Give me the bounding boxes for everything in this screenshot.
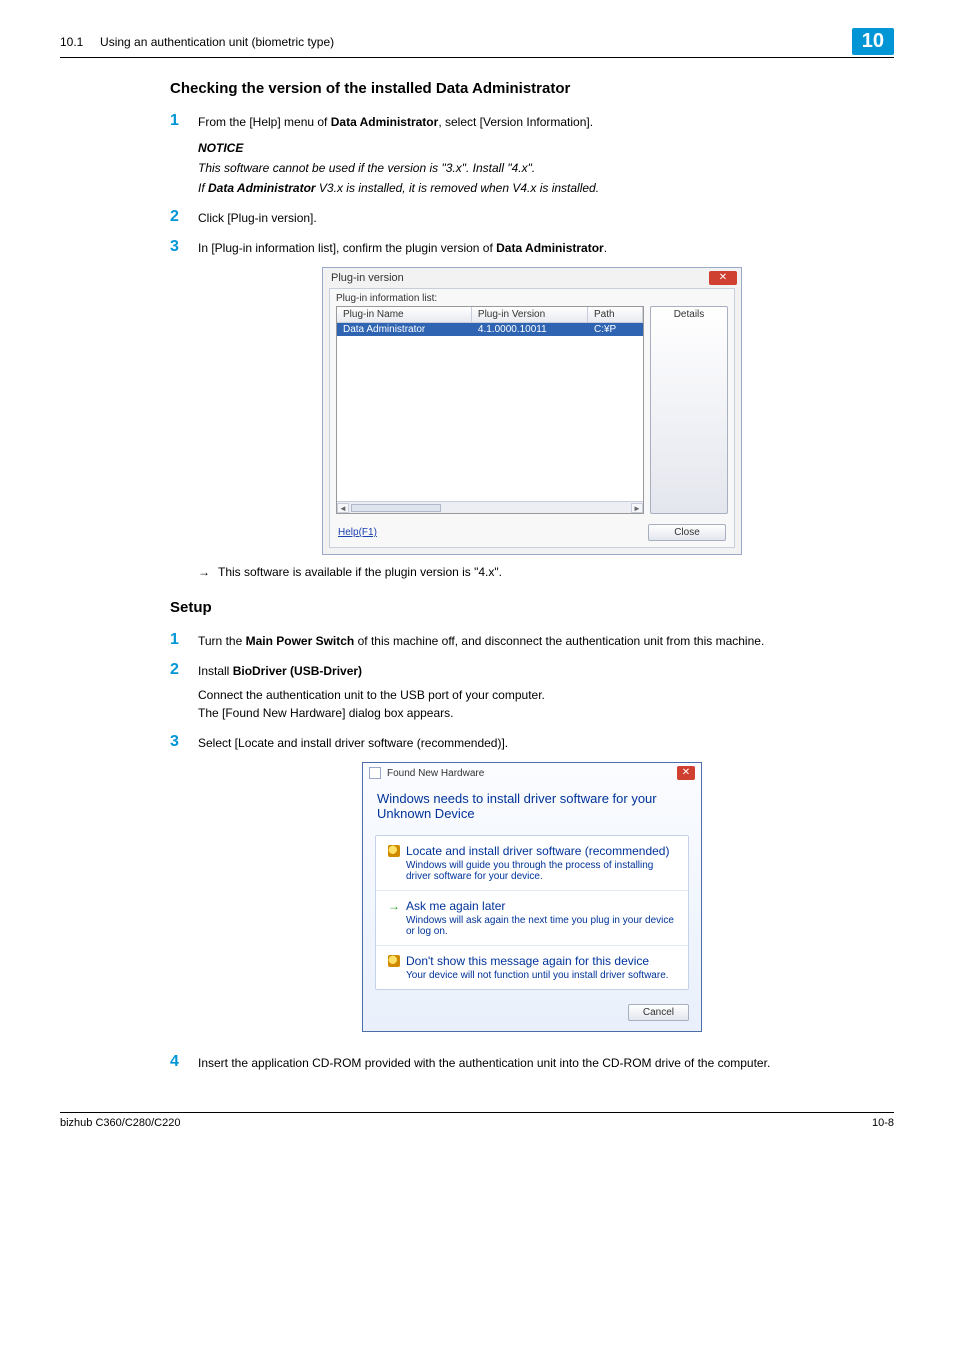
page-content: Checking the version of the installed Da…: [170, 80, 894, 1072]
dialog-titlebar: Plug-in version ✕: [323, 268, 741, 288]
option-ask-later[interactable]: →Ask me again later Windows will ask aga…: [376, 891, 688, 946]
setup-step-2: 2 Install BioDriver (USB-Driver) Connect…: [170, 660, 894, 722]
notice-line-1: This software cannot be used if the vers…: [198, 159, 599, 177]
step-number: 2: [170, 660, 198, 679]
setup-heading: Setup: [170, 599, 894, 616]
option-dont-show[interactable]: Don't show this message again for this d…: [376, 946, 688, 989]
details-button[interactable]: Details: [650, 306, 728, 514]
notice-label: NOTICE: [198, 139, 599, 157]
close-button[interactable]: Close: [648, 524, 726, 541]
check-step-2: 2 Click [Plug-in version].: [170, 207, 894, 227]
col-path[interactable]: Path: [587, 307, 642, 323]
section-ref: 10.1 Using an authentication unit (biome…: [60, 35, 334, 49]
step-number: 2: [170, 207, 198, 226]
plugin-version-note: → This software is available if the plug…: [198, 565, 894, 579]
step-number: 3: [170, 732, 198, 751]
step-text: From the [Help] menu of Data Administrat…: [198, 115, 593, 129]
table-row[interactable]: Data Administrator 4.1.0000.10011 C:¥P: [337, 323, 643, 337]
cell-version: 4.1.0000.10011: [471, 323, 587, 337]
dialog-heading: Windows needs to install driver software…: [363, 783, 701, 825]
help-link[interactable]: Help(F1): [338, 527, 377, 538]
step-text: In [Plug-in information list], confirm t…: [198, 237, 607, 257]
close-icon[interactable]: ✕: [709, 271, 737, 285]
step-number: 1: [170, 111, 198, 130]
scroll-right-icon[interactable]: ►: [631, 503, 643, 513]
dialog-title: Found New Hardware: [387, 768, 484, 779]
scroll-thumb[interactable]: [351, 504, 441, 512]
cell-path: C:¥P: [587, 323, 642, 337]
top-header: 10.1 Using an authentication unit (biome…: [60, 28, 894, 58]
step-text: Click [Plug-in version].: [198, 207, 317, 227]
note-text: This software is available if the plugin…: [218, 565, 502, 579]
check-heading: Checking the version of the installed Da…: [170, 80, 894, 97]
cell-name: Data Administrator: [337, 323, 471, 337]
cancel-button[interactable]: Cancel: [628, 1004, 689, 1021]
setup-step-1: 1 Turn the Main Power Switch of this mac…: [170, 630, 894, 650]
section-number: 10.1: [60, 35, 83, 49]
step-number: 1: [170, 630, 198, 649]
plugin-list-pane: Plug-in information list: Plug-in Name P…: [329, 288, 735, 548]
option-list: Locate and install driver software (reco…: [375, 835, 689, 990]
arrow-right-icon: →: [388, 899, 400, 913]
step-text: Turn the Main Power Switch of this machi…: [198, 630, 764, 650]
setup-step-3: 3 Select [Locate and install driver soft…: [170, 732, 894, 752]
hardware-icon: [369, 767, 381, 779]
dialog-titlebar: Found New Hardware ✕: [363, 763, 701, 783]
step-text: Insert the application CD-ROM provided w…: [198, 1052, 770, 1072]
plugin-version-dialog-figure: Plug-in version ✕ Plug-in information li…: [170, 267, 894, 555]
scroll-left-icon[interactable]: ◄: [337, 503, 349, 513]
notice-line-2: If Data Administrator V3.x is installed,…: [198, 179, 599, 197]
step-number: 4: [170, 1052, 198, 1071]
plugin-list-label: Plug-in information list:: [336, 293, 728, 304]
found-new-hardware-figure: Found New Hardware ✕ Windows needs to in…: [170, 762, 894, 1032]
step-text: Select [Locate and install driver softwa…: [198, 732, 508, 752]
section-title: Using an authentication unit (biometric …: [100, 35, 334, 49]
option-locate-install[interactable]: Locate and install driver software (reco…: [376, 836, 688, 891]
plugin-grid: Plug-in Name Plug-in Version Path Data A…: [336, 306, 644, 514]
setup-step-4: 4 Insert the application CD-ROM provided…: [170, 1052, 894, 1072]
col-version[interactable]: Plug-in Version: [471, 307, 587, 323]
found-new-hardware-dialog: Found New Hardware ✕ Windows needs to in…: [362, 762, 702, 1032]
horizontal-scrollbar[interactable]: ◄ ►: [337, 501, 643, 513]
check-step-3: 3 In [Plug-in information list], confirm…: [170, 237, 894, 257]
step-number: 3: [170, 237, 198, 256]
plugin-version-dialog: Plug-in version ✕ Plug-in information li…: [322, 267, 742, 555]
shield-icon: [388, 955, 400, 967]
step-text: Install BioDriver (USB-Driver) Connect t…: [198, 660, 545, 722]
page-number: 10-8: [872, 1117, 894, 1129]
shield-icon: [388, 845, 400, 857]
arrow-right-icon: →: [198, 565, 210, 579]
col-name[interactable]: Plug-in Name: [337, 307, 471, 323]
close-icon[interactable]: ✕: [677, 766, 695, 780]
dialog-title: Plug-in version: [331, 272, 404, 284]
product-name: bizhub C360/C280/C220: [60, 1117, 180, 1129]
chapter-badge: 10: [852, 28, 894, 55]
page-footer: bizhub C360/C280/C220 10-8: [60, 1112, 894, 1129]
check-step-1: 1 From the [Help] menu of Data Administr…: [170, 111, 894, 197]
